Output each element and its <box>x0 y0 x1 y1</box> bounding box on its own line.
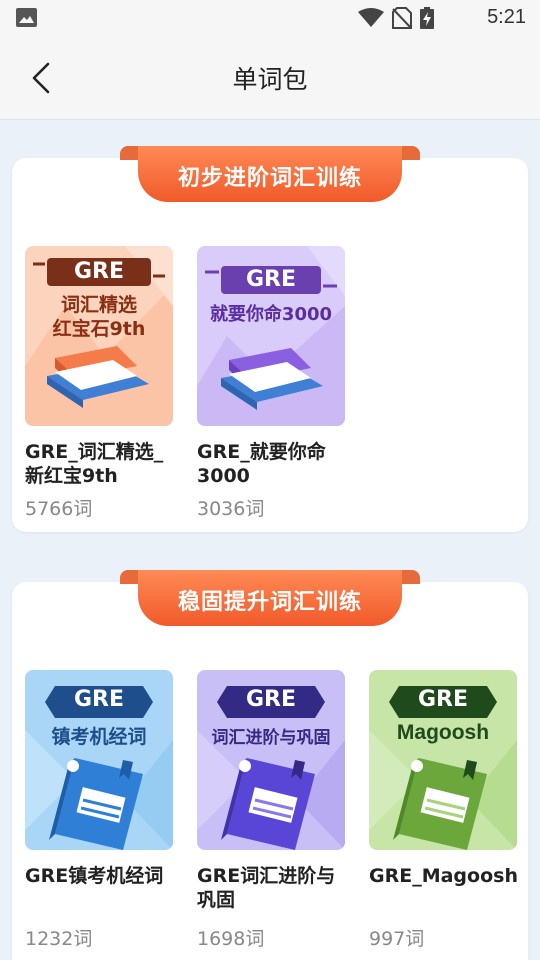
book-name: GRE_就要你命3000 <box>197 441 326 487</box>
book-card-3000[interactable]: GRE 就要你命3000 GRE_就要你命3000 3036词 <box>197 246 345 521</box>
book-name: GRE词汇进阶与巩固 <box>197 865 336 911</box>
image-icon <box>16 8 37 27</box>
section-basic-vocab: 初步进阶词汇训练 GRE 词汇精选 红宝石9th GRE_词汇精选_新红宝9th… <box>12 146 528 532</box>
book-card-exam-words[interactable]: GRE 镇考机经词 GRE镇考机经词 1232词 <box>25 670 173 950</box>
cover-title-line1: 就要你命3000 <box>209 304 333 325</box>
cover-title-line1: Magoosh <box>396 721 490 744</box>
book-card-advance-consolidate[interactable]: GRE 词汇进阶与巩固 GRE词汇进阶与巩固 1698词 <box>197 670 345 950</box>
book-name: GRE_词汇精选_新红宝9th <box>25 441 164 487</box>
book-card-magoosh[interactable]: GRE Magoosh GRE_Magoosh 997词 <box>369 670 518 950</box>
cover-badge: GRE <box>245 687 297 712</box>
word-count: 997词 <box>369 928 425 950</box>
section-title: 稳固提升词汇训练 <box>177 590 362 615</box>
battery-charging-icon <box>420 7 434 29</box>
cover-badge: GRE <box>245 267 297 292</box>
status-time: 5:21 <box>487 6 526 28</box>
book-cover: GRE Magoosh <box>369 670 517 850</box>
page-title: 单词包 <box>232 65 308 94</box>
cover-badge: GRE <box>417 687 469 712</box>
word-count: 1232词 <box>25 928 93 950</box>
cover-badge: GRE <box>73 259 125 284</box>
status-bar: 5:21 <box>0 0 540 36</box>
book-name: GRE_Magoosh <box>369 865 518 887</box>
cover-title-line2: 红宝石9th <box>52 318 146 340</box>
cover-badge: GRE <box>73 687 125 712</box>
section-title: 初步进阶词汇训练 <box>177 166 362 191</box>
book-card-red-treasure[interactable]: GRE 词汇精选 红宝石9th GRE_词汇精选_新红宝9th 5766词 <box>25 246 173 521</box>
cover-title-line1: 镇考机经词 <box>51 726 147 748</box>
word-count: 1698词 <box>197 928 265 950</box>
word-count: 3036词 <box>197 498 265 520</box>
book-cover: GRE 镇考机经词 <box>25 670 173 850</box>
cover-title-line1: 词汇进阶与巩固 <box>211 728 331 748</box>
wifi-icon <box>358 8 384 27</box>
section-advanced-vocab: 稳固提升词汇训练 GRE 镇考机经词 GRE镇考机经词 1232词 GRE 词汇… <box>12 570 528 960</box>
nav-bar: 单词包 <box>0 36 540 120</box>
book-cover: GRE 就要你命3000 <box>197 246 345 426</box>
system-icons <box>358 7 434 29</box>
book-cover: GRE 词汇精选 红宝石9th <box>25 246 173 426</box>
section-ribbon: 初步进阶词汇训练 <box>120 146 420 204</box>
book-cover: GRE 词汇进阶与巩固 <box>197 670 345 850</box>
word-count: 5766词 <box>25 498 93 520</box>
section-ribbon: 稳固提升词汇训练 <box>120 570 420 628</box>
cover-title-line1: 词汇精选 <box>60 294 137 316</box>
book-name: GRE镇考机经词 <box>25 865 164 887</box>
no-sim-icon <box>392 7 412 29</box>
